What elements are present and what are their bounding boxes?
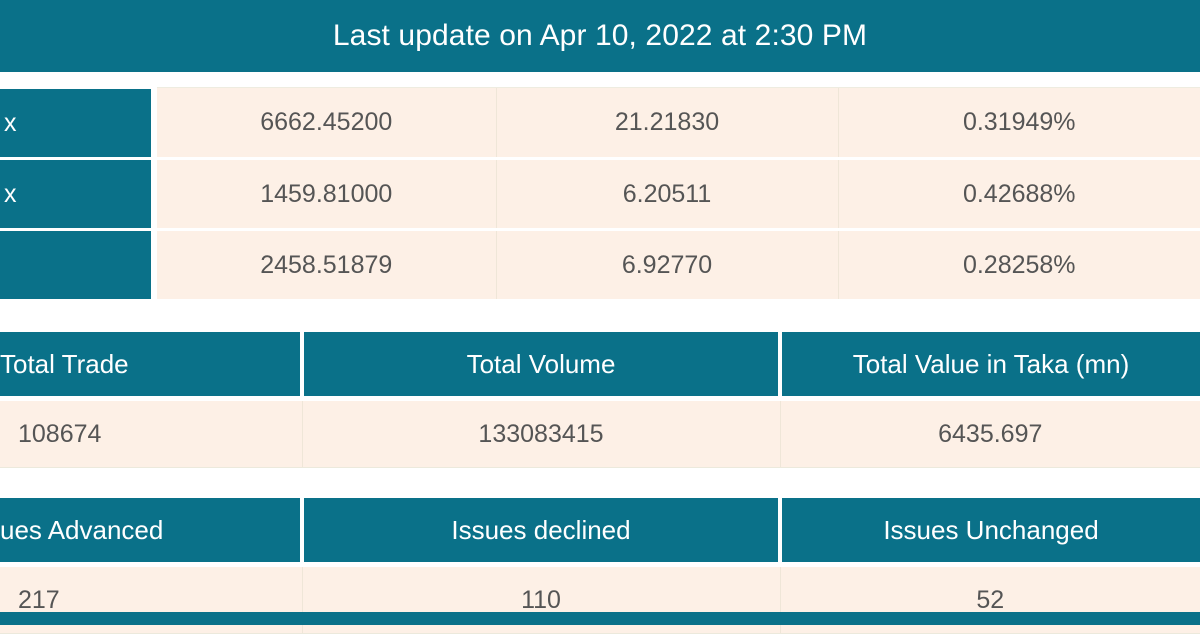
trade-summary-table: Total Trade Total Volume Total Value in … [0, 332, 1200, 468]
index-change-cell: 6.92770 [495, 229, 838, 302]
table-row: 108674 133083415 6435.697 [0, 396, 1200, 468]
header-issues-unchanged: Issues Unchanged [780, 498, 1200, 565]
index-percent-cell: 0.31949% [837, 87, 1200, 160]
table-row[interactable]: x 1459.81000 6.20511 0.42688% [0, 157, 1200, 231]
index-change-cell: 21.21830 [495, 87, 838, 160]
header-issues-advanced: ues Advanced [0, 498, 304, 565]
value-total-volume: 133083415 [302, 396, 781, 468]
table-header-row: Total Trade Total Volume Total Value in … [0, 332, 1200, 399]
table-header-row: ues Advanced Issues declined Issues Unch… [0, 498, 1200, 565]
index-change-cell: 6.20511 [495, 158, 838, 231]
header-total-value-taka: Total Value in Taka (mn) [780, 332, 1200, 399]
index-name-cell[interactable] [0, 228, 157, 302]
index-value-cell: 2458.51879 [153, 229, 496, 302]
index-name-cell[interactable]: x [0, 86, 157, 160]
market-summary-page: Last update on Apr 10, 2022 at 2:30 PM x… [0, 0, 1200, 634]
index-name-cell[interactable]: x [0, 157, 157, 231]
header-issues-declined: Issues declined [302, 498, 782, 565]
header-total-volume: Total Volume [302, 332, 782, 399]
table-row[interactable]: 2458.51879 6.92770 0.28258% [0, 228, 1200, 302]
last-update-banner: Last update on Apr 10, 2022 at 2:30 PM [0, 0, 1200, 72]
index-percent-cell: 0.42688% [837, 158, 1200, 231]
table-row[interactable]: x 6662.45200 21.21830 0.31949% [0, 86, 1200, 160]
value-total-trade: 108674 [0, 396, 303, 468]
index-value-cell: 1459.81000 [153, 158, 496, 231]
next-table-header-strip [0, 612, 1200, 625]
index-value-cell: 6662.45200 [153, 87, 496, 160]
index-percent-cell: 0.28258% [837, 229, 1200, 302]
index-table: x 6662.45200 21.21830 0.31949% x 1459.81… [0, 86, 1200, 302]
last-update-text: Last update on Apr 10, 2022 at 2:30 PM [332, 19, 868, 52]
header-total-trade: Total Trade [0, 332, 304, 399]
value-total-value-taka: 6435.697 [780, 396, 1200, 468]
